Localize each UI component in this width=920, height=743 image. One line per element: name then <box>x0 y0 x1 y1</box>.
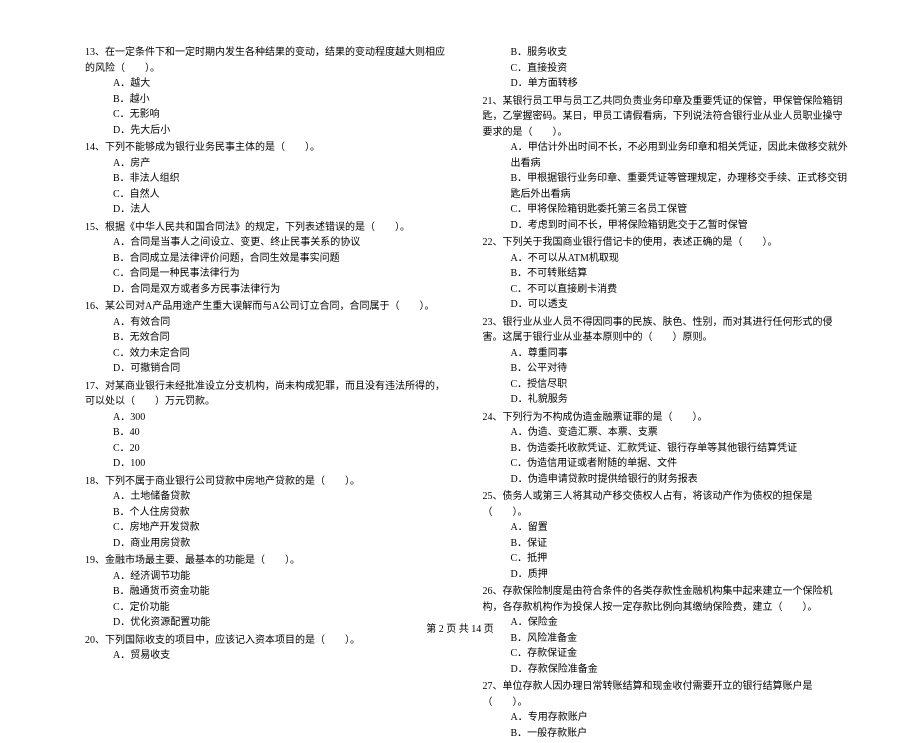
q14-opt-a: A．房产 <box>85 156 453 172</box>
q24-text: 24、下列行为不构成伪造金融票证罪的是（ ）。 <box>483 410 851 426</box>
q23-opt-c: C．授信尽职 <box>483 377 851 393</box>
q20-opt-a: A．贸易收支 <box>85 648 453 664</box>
q17-opt-a: A．300 <box>85 410 453 426</box>
q13-text: 13、在一定条件下和一定时期内发生各种结果的变动，结果的变动程度越大则相应的风险… <box>85 45 453 76</box>
q16-opt-c: C．效力未定合同 <box>85 346 453 362</box>
q22-opt-b: B．不可转账结算 <box>483 266 851 282</box>
q22-opt-a: A．不可以从ATM机取现 <box>483 251 851 267</box>
question-24: 24、下列行为不构成伪造金融票证罪的是（ ）。 A．伪造、变造汇票、本票、支票 … <box>483 410 851 488</box>
q26-opt-d: D．存款保险准备金 <box>483 662 851 678</box>
q14-text: 14、下列不能够成为银行业务民事主体的是（ ）。 <box>85 140 453 156</box>
question-16: 16、某公司对A产品用途产生重大误解而与A公司订立合同，合同属于（ ）。 A．有… <box>85 299 453 377</box>
question-19: 19、金融市场最主要、最基本的功能是（ ）。 A．经济调节功能 B．融通货币资金… <box>85 553 453 631</box>
q27-text: 27、单位存款人因办理日常转账结算和现金收付需要开立的银行结算账户是（ ）。 <box>483 679 851 710</box>
q20-opt-d: D．单方面转移 <box>483 76 851 92</box>
question-13: 13、在一定条件下和一定时期内发生各种结果的变动，结果的变动程度越大则相应的风险… <box>85 45 453 138</box>
q18-opt-c: C．房地产开发贷款 <box>85 520 453 536</box>
q17-opt-b: B．40 <box>85 425 453 441</box>
q23-opt-a: A．尊重同事 <box>483 346 851 362</box>
q16-opt-a: A．有效合同 <box>85 315 453 331</box>
q22-text: 22、下列关于我国商业银行借记卡的使用，表述正确的是（ ）。 <box>483 235 851 251</box>
q21-opt-c: C．甲将保险箱钥匙委托第三名员工保管 <box>483 202 851 218</box>
question-20: 20、下列国际收支的项目中，应该记入资本项目的是（ ）。 A．贸易收支 <box>85 633 453 664</box>
right-column: B．服务收支 C．直接投资 D．单方面转移 21、某银行员工甲与员工乙共同负责业… <box>483 45 851 743</box>
q15-text: 15、根据《中华人民共和国合同法》的规定，下列表述错误的是（ ）。 <box>85 220 453 236</box>
question-14: 14、下列不能够成为银行业务民事主体的是（ ）。 A．房产 B．非法人组织 C．… <box>85 140 453 218</box>
left-column: 13、在一定条件下和一定时期内发生各种结果的变动，结果的变动程度越大则相应的风险… <box>85 45 453 743</box>
q15-opt-d: D．合同是双方或者多方民事法律行为 <box>85 282 453 298</box>
q16-opt-d: D．可撤销合同 <box>85 361 453 377</box>
q18-opt-b: B．个人住房贷款 <box>85 505 453 521</box>
page-content: 13、在一定条件下和一定时期内发生各种结果的变动，结果的变动程度越大则相应的风险… <box>85 45 850 743</box>
question-22: 22、下列关于我国商业银行借记卡的使用，表述正确的是（ ）。 A．不可以从ATM… <box>483 235 851 313</box>
q24-opt-d: D．伪造申请贷款时提供给银行的财务报表 <box>483 472 851 488</box>
q21-opt-d: D．考虑到时间不长，甲将保险箱钥匙交于乙暂时保管 <box>483 218 851 234</box>
q22-opt-d: D．可以透支 <box>483 297 851 313</box>
q14-opt-b: B．非法人组织 <box>85 171 453 187</box>
q25-text: 25、债务人或第三人将其动产移交债权人占有，将该动产作为债权的担保是（ ）。 <box>483 489 851 520</box>
q20-opt-b: B．服务收支 <box>483 45 851 61</box>
q25-opt-c: C．抵押 <box>483 551 851 567</box>
q21-opt-b: B．甲根据银行业务印章、重要凭证等管理规定，办理移交手续、正式移交钥匙后外出看病 <box>483 171 851 202</box>
q26-opt-c: C．存款保证金 <box>483 646 851 662</box>
question-27: 27、单位存款人因办理日常转账结算和现金收付需要开立的银行结算账户是（ ）。 A… <box>483 679 851 741</box>
q18-text: 18、下列不属于商业银行公司贷款中房地产贷款的是（ ）。 <box>85 474 453 490</box>
q19-text: 19、金融市场最主要、最基本的功能是（ ）。 <box>85 553 453 569</box>
q19-opt-b: B．融通货币资金功能 <box>85 584 453 600</box>
q16-opt-b: B．无效合同 <box>85 330 453 346</box>
q23-opt-d: D．礼貌服务 <box>483 392 851 408</box>
q17-opt-c: C．20 <box>85 441 453 457</box>
q15-opt-a: A．合同是当事人之间设立、变更、终止民事关系的协议 <box>85 235 453 251</box>
q22-opt-c: C．不可以直接刷卡消费 <box>483 282 851 298</box>
question-15: 15、根据《中华人民共和国合同法》的规定，下列表述错误的是（ ）。 A．合同是当… <box>85 220 453 298</box>
q18-opt-a: A．土地储备贷款 <box>85 489 453 505</box>
question-18: 18、下列不属于商业银行公司贷款中房地产贷款的是（ ）。 A．土地储备贷款 B．… <box>85 474 453 552</box>
q27-opt-a: A．专用存款账户 <box>483 710 851 726</box>
question-17: 17、对某商业银行未经批准设立分支机构，尚未构成犯罪，而且没有违法所得的，可以处… <box>85 379 453 472</box>
q21-text: 21、某银行员工甲与员工乙共同负责业务印章及重要凭证的保管，甲保管保险箱钥匙，乙… <box>483 94 851 141</box>
page-footer: 第 2 页 共 14 页 <box>0 620 920 635</box>
q24-opt-b: B．伪造委托收款凭证、汇款凭证、银行存单等其他银行结算凭证 <box>483 441 851 457</box>
question-23: 23、银行业从业人员不得因同事的民族、肤色、性别，而对其进行任何形式的侵害。这属… <box>483 315 851 408</box>
q24-opt-a: A．伪造、变造汇票、本票、支票 <box>483 425 851 441</box>
q14-opt-d: D．法人 <box>85 202 453 218</box>
q21-opt-a: A．甲估计外出时间不长，不必用到业务印章和相关凭证，因此未做移交就外出看病 <box>483 140 851 171</box>
question-20-cont: B．服务收支 C．直接投资 D．单方面转移 <box>483 45 851 92</box>
q20-opt-c: C．直接投资 <box>483 61 851 77</box>
q16-text: 16、某公司对A产品用途产生重大误解而与A公司订立合同，合同属于（ ）。 <box>85 299 453 315</box>
q24-opt-c: C．伪造信用证或者附随的单据、文件 <box>483 456 851 472</box>
q18-opt-d: D．商业用房贷款 <box>85 536 453 552</box>
q13-opt-c: C．无影响 <box>85 107 453 123</box>
q25-opt-b: B．保证 <box>483 536 851 552</box>
question-21: 21、某银行员工甲与员工乙共同负责业务印章及重要凭证的保管，甲保管保险箱钥匙，乙… <box>483 94 851 234</box>
q14-opt-c: C．自然人 <box>85 187 453 203</box>
q15-opt-c: C．合同是一种民事法律行为 <box>85 266 453 282</box>
q23-text: 23、银行业从业人员不得因同事的民族、肤色、性别，而对其进行任何形式的侵害。这属… <box>483 315 851 346</box>
q19-opt-a: A．经济调节功能 <box>85 569 453 585</box>
q25-opt-d: D．质押 <box>483 567 851 583</box>
q25-opt-a: A．留置 <box>483 520 851 536</box>
q13-opt-b: B．越小 <box>85 92 453 108</box>
q17-opt-d: D．100 <box>85 456 453 472</box>
q23-opt-b: B．公平对待 <box>483 361 851 377</box>
q26-text: 26、存款保险制度是由符合条件的各类存款性金融机构集中起来建立一个保险机构，各存… <box>483 584 851 615</box>
q13-opt-d: D．先大后小 <box>85 123 453 139</box>
q13-opt-a: A．越大 <box>85 76 453 92</box>
q17-text: 17、对某商业银行未经批准设立分支机构，尚未构成犯罪，而且没有违法所得的，可以处… <box>85 379 453 410</box>
q19-opt-c: C．定价功能 <box>85 600 453 616</box>
q15-opt-b: B．合同成立是法律评价问题，合同生效是事实问题 <box>85 251 453 267</box>
q27-opt-b: B．一般存款账户 <box>483 726 851 742</box>
question-25: 25、债务人或第三人将其动产移交债权人占有，将该动产作为债权的担保是（ ）。 A… <box>483 489 851 582</box>
